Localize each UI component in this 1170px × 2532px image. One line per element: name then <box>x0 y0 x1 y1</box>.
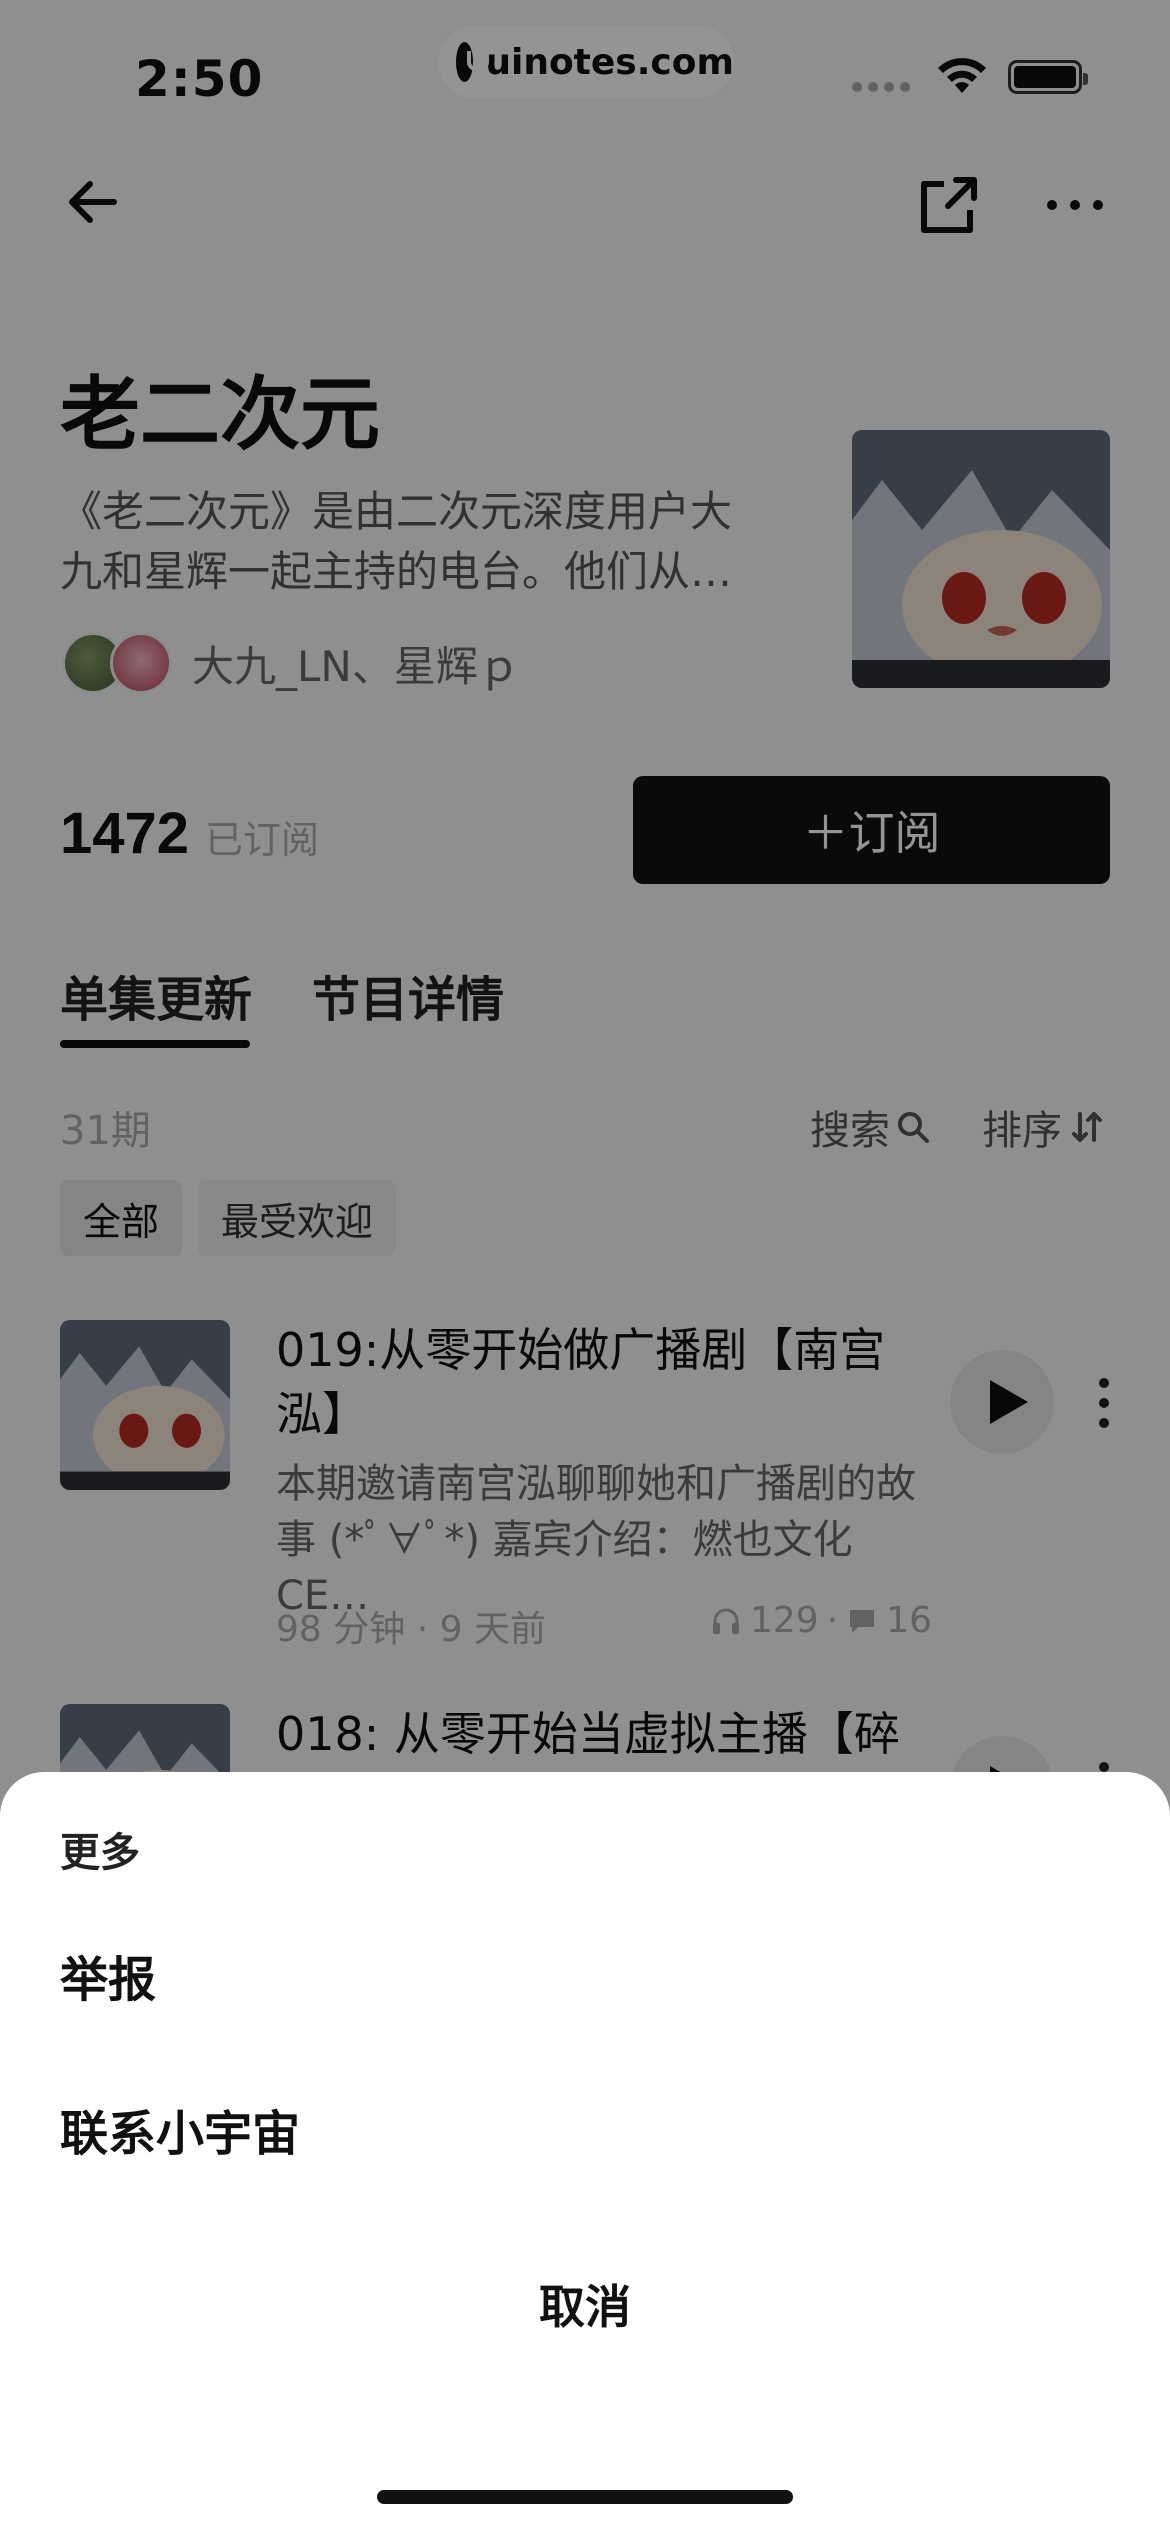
cancel-button[interactable]: 取消 <box>60 2216 1110 2392</box>
home-indicator <box>377 2490 793 2504</box>
contact-option[interactable]: 联系小宇宙 <box>60 2094 300 2164</box>
report-option[interactable]: 举报 <box>60 1940 156 2010</box>
sheet-title: 更多 <box>60 1830 140 1876</box>
more-actions-sheet: 更多 举报 联系小宇宙 取消 <box>0 1772 1170 2532</box>
